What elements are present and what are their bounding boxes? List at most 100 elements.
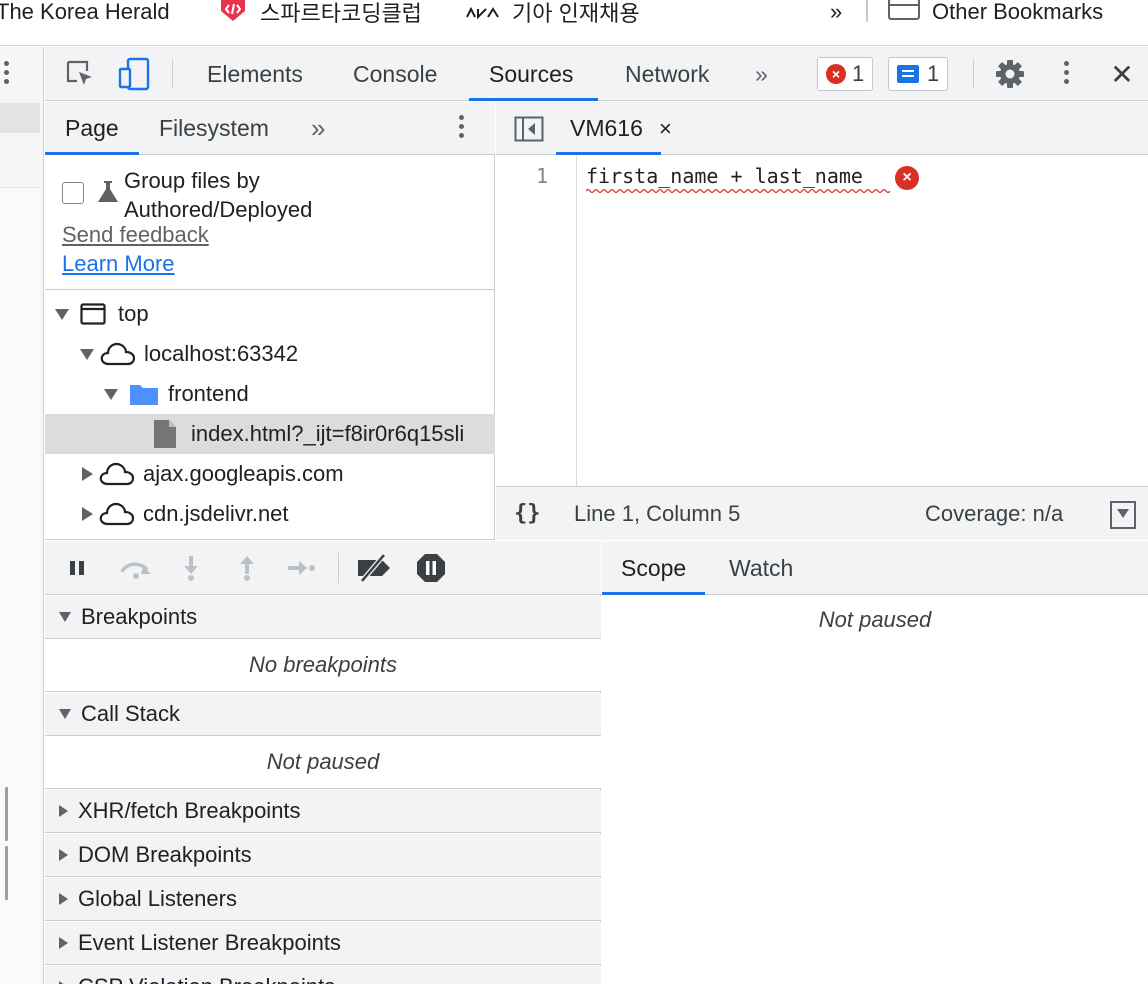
tab-console[interactable]: Console [353, 47, 437, 101]
tree-item-label: localhost:63342 [144, 341, 299, 366]
toolbar-divider [973, 59, 974, 89]
bookmark-label: Other Bookmarks [932, 0, 1104, 24]
more-tabs-button[interactable]: » [755, 47, 768, 101]
bookmark-sparta-coding[interactable]: 스파르타코딩클럽 [218, 0, 422, 26]
debugger-toolbar [45, 541, 601, 595]
code-line[interactable]: firsta_name + last_name [586, 164, 863, 188]
tree-item-top[interactable]: top [45, 294, 495, 334]
scope-empty-message: Not paused [818, 607, 932, 632]
tree-item-frontend[interactable]: frontend [45, 374, 495, 414]
learn-more-link[interactable]: Learn More [62, 251, 175, 277]
section-title: XHR/fetch Breakpoints [78, 798, 301, 823]
more-navigator-tabs-button[interactable]: » [311, 102, 325, 155]
dom-breakpoints-section-header[interactable]: DOM Breakpoints [45, 834, 601, 877]
group-files-label: Group files by Authored/Deployed [124, 168, 313, 222]
inspect-element-button[interactable] [63, 47, 97, 101]
editor-tab-vm616[interactable]: VM616 [556, 102, 661, 155]
sources-navigator: Page Filesystem » Group files by Authore… [45, 102, 495, 540]
step-out-button[interactable] [233, 553, 261, 583]
error-counter-button[interactable]: × 1 [817, 57, 874, 91]
tree-item-index-html[interactable]: index.html?_ijt=f8ir0r6q15sli [45, 414, 495, 454]
file-document-icon [153, 419, 177, 449]
section-title: Call Stack [81, 701, 181, 726]
resize-handle[interactable] [5, 787, 15, 900]
step-over-button[interactable] [117, 553, 155, 583]
editor-status-bar: {} Line 1, Column 5 Coverage: n/a [496, 486, 1148, 540]
tab-elements[interactable]: Elements [207, 47, 303, 101]
scope-panel: Scope Watch Not paused [601, 541, 1148, 984]
toggle-debugger-icon[interactable] [1110, 501, 1136, 529]
collapse-arrow-icon[interactable] [82, 507, 93, 521]
message-counter-button[interactable]: 1 [888, 57, 949, 91]
close-devtools-button[interactable]: ✕ [1107, 47, 1137, 101]
pretty-print-button[interactable]: {} [514, 487, 541, 541]
expand-arrow-icon[interactable] [80, 348, 94, 360]
overflow-chevron-icon: » [830, 0, 843, 24]
tab-sources[interactable]: Sources [468, 47, 599, 101]
collapse-arrow-icon[interactable] [82, 467, 93, 481]
device-mode-icon [118, 57, 150, 91]
device-toolbar-button[interactable] [117, 47, 151, 101]
pause-on-exceptions-button[interactable] [415, 553, 447, 583]
devtools-toolbar: Elements Console Sources Network » × 1 1… [45, 47, 1148, 101]
customize-devtools-button[interactable] [1064, 61, 1070, 88]
tab-watch[interactable]: Watch [729, 541, 793, 595]
sidebar-toggle-icon [514, 116, 544, 141]
navigator-menu-button[interactable] [459, 115, 465, 142]
tree-item-label: top [118, 301, 149, 326]
call-stack-section-header[interactable]: Call Stack [45, 693, 601, 736]
event-listener-breakpoints-section-header[interactable]: Event Listener Breakpoints [45, 922, 601, 965]
editor-tabs: VM616 × [496, 102, 1148, 155]
bookmark-kia-careers[interactable]: 기아 인재채용 [466, 0, 640, 26]
pause-button[interactable] [65, 553, 91, 583]
breakpoints-section-header[interactable]: Breakpoints [45, 596, 601, 639]
tree-item-label: frontend [168, 381, 249, 406]
bookmarks-overflow-button[interactable]: » [830, 0, 842, 24]
coverage-status: Coverage: n/a [925, 501, 1064, 526]
collapse-arrow-icon [59, 849, 68, 861]
tree-item-ajax-googleapis[interactable]: ajax.googleapis.com [45, 454, 495, 494]
debugger-sidebar: Breakpoints No breakpoints Call Stack No… [45, 541, 601, 984]
pause-icon [70, 561, 84, 575]
close-icon: ✕ [1110, 58, 1134, 90]
send-feedback-link[interactable]: Send feedback [62, 222, 209, 248]
bookmark-divider [866, 0, 868, 22]
gutter-divider [576, 156, 577, 486]
tree-item-localhost[interactable]: localhost:63342 [45, 334, 495, 374]
bookmark-label: The Korea Herald [0, 0, 170, 24]
tab-scope[interactable]: Scope [601, 541, 706, 595]
settings-button[interactable] [993, 47, 1027, 101]
cloud-icon [100, 342, 136, 366]
collapse-arrow-icon [59, 805, 68, 817]
other-bookmarks-button[interactable]: Other Bookmarks [888, 0, 1103, 24]
step-button[interactable] [285, 553, 317, 583]
toolbar-divider [338, 553, 339, 583]
cloud-icon [99, 462, 135, 486]
group-files-panel: Group files by Authored/Deployed Send fe… [45, 156, 495, 290]
tab-network[interactable]: Network [625, 47, 709, 101]
inspect-cursor-icon [66, 60, 92, 85]
error-count: 1 [852, 61, 865, 86]
tree-item-cdn-jsdelivr[interactable]: cdn.jsdelivr.net [45, 494, 495, 534]
source-editor: VM616 × 1 firsta_name + last_name × {} L… [496, 102, 1148, 540]
csp-violation-breakpoints-section-header[interactable]: CSP Violation Breakpoints [45, 966, 601, 984]
step-into-button[interactable] [177, 553, 205, 583]
group-files-checkbox[interactable] [62, 182, 84, 204]
deactivate-breakpoints-button[interactable] [355, 553, 395, 583]
expand-arrow-icon [59, 612, 71, 622]
scope-tabs: Scope Watch [601, 541, 1148, 595]
tab-filesystem[interactable]: Filesystem [159, 102, 269, 155]
more-vertical-icon[interactable] [4, 61, 10, 89]
global-listeners-section-header[interactable]: Global Listeners [45, 878, 601, 921]
step-over-icon [120, 562, 151, 579]
expand-arrow-icon[interactable] [104, 388, 118, 400]
xhr-breakpoints-section-header[interactable]: XHR/fetch Breakpoints [45, 790, 601, 833]
error-icon[interactable]: × [895, 166, 919, 190]
error-squiggle [586, 188, 890, 194]
toggle-navigator-button[interactable] [512, 102, 546, 155]
bookmark-korea-herald[interactable]: The Korea Herald [0, 0, 170, 24]
close-tab-icon[interactable]: × [659, 102, 672, 155]
expand-arrow-icon[interactable] [55, 308, 69, 320]
page-viewport-edge [0, 47, 44, 984]
tab-page[interactable]: Page [45, 102, 139, 155]
